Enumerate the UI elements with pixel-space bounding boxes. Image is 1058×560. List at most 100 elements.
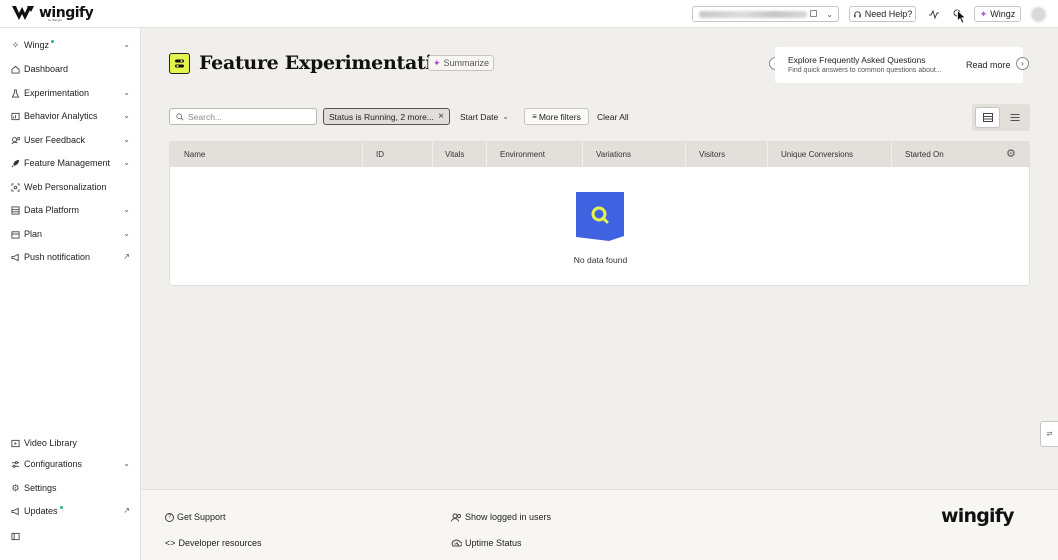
users-icon <box>451 513 462 522</box>
megaphone-icon <box>10 252 21 263</box>
sidebar-item-label: Wingz <box>24 40 50 50</box>
show-logged-users-link[interactable]: Show logged in users <box>451 512 551 522</box>
sidebar-item-experimentation[interactable]: Experimentation ⌄ <box>0 84 141 102</box>
new-dot <box>51 39 55 43</box>
column-header-started-on[interactable]: Started On <box>905 142 944 167</box>
column-header-visitors[interactable]: Visitors <box>699 142 725 167</box>
faq-next-button[interactable]: › <box>1016 57 1029 70</box>
chevron-down-icon: ⌄ <box>123 111 130 120</box>
avatar[interactable] <box>1031 7 1046 22</box>
need-help-button[interactable]: Need Help? <box>849 6 916 22</box>
sidebar-item-label: Video Library <box>24 438 77 448</box>
feedback-icon <box>10 135 21 146</box>
sidebar-item-push-notification[interactable]: Push notification ↗ <box>0 248 141 266</box>
sidebar-item-label: User Feedback <box>24 135 86 145</box>
sidebar-item-wingz[interactable]: ✧ Wingz ⌄ <box>0 36 141 54</box>
chevron-down-icon: ⌄ <box>123 205 130 214</box>
footer: ? Get Support <> Developer resources Sho… <box>141 489 1058 560</box>
translate-icon: ⇄ <box>1046 431 1053 438</box>
more-filters-button[interactable]: ≡ More filters <box>524 108 589 125</box>
help-circle-icon: ? <box>165 512 174 522</box>
search-icon <box>176 112 184 120</box>
translate-side-tab[interactable]: ⇄ <box>1040 421 1058 447</box>
column-header-id[interactable]: ID <box>376 142 384 167</box>
faq-card[interactable]: Explore Frequently Asked Questions Find … <box>775 47 1023 83</box>
megaphone-icon <box>10 506 21 517</box>
start-date-label: Start Date <box>460 111 499 122</box>
rocket-icon <box>10 158 21 169</box>
sidebar-item-video-library[interactable]: Video Library <box>0 434 141 452</box>
filter-icon: ≡ <box>532 112 537 121</box>
sidebar-item-dashboard[interactable]: Dashboard <box>0 60 141 78</box>
column-header-environment[interactable]: Environment <box>500 142 545 167</box>
sidebar-item-updates[interactable]: Updates ↗ <box>0 502 141 520</box>
column-header-vitals[interactable]: Vitals <box>445 142 464 167</box>
workspace-name-blurred <box>699 10 807 18</box>
status-filter-label: Status is Running, 2 more... <box>329 111 434 122</box>
chevron-down-icon: ⌄ <box>123 88 130 97</box>
uptime-icon <box>451 539 462 546</box>
list-view-icon <box>1010 114 1019 121</box>
external-link-icon: ↗ <box>123 506 130 515</box>
developer-resources-link[interactable]: <> Developer resources <box>165 538 262 548</box>
column-header-variations[interactable]: Variations <box>596 142 631 167</box>
copy-icon[interactable] <box>810 10 817 17</box>
status-filter-chip[interactable]: Status is Running, 2 more... × <box>323 108 450 125</box>
chevron-down-icon: ⌄ <box>502 112 509 121</box>
home-icon <box>10 64 21 75</box>
sidebar-item-user-feedback[interactable]: User Feedback ⌄ <box>0 131 141 149</box>
logo-subtext: by Wingify <box>48 18 62 22</box>
column-header-name[interactable]: Name <box>184 142 205 167</box>
read-more-link[interactable]: Read more <box>966 60 1011 70</box>
sidebar-item-behavior-analytics[interactable]: Behavior Analytics ⌄ <box>0 107 141 125</box>
workspace-select[interactable]: ⌄ <box>692 6 839 22</box>
table-view-button[interactable] <box>975 107 1000 128</box>
sidebar-item-label: Push notification <box>24 252 91 262</box>
gear-icon: ⚙ <box>11 482 20 493</box>
sparkle-icon: ✦ <box>432 57 441 68</box>
chevron-down-icon: ⌄ <box>123 229 130 238</box>
chevron-down-icon: ⌄ <box>123 459 130 468</box>
close-icon[interactable]: × <box>438 111 444 122</box>
start-date-dropdown[interactable]: Start Date ⌄ <box>456 108 516 125</box>
mouse-cursor-icon <box>957 10 967 24</box>
search-input[interactable]: Search... <box>169 108 317 125</box>
headset-icon <box>853 10 861 17</box>
sidebar-item-label: Experimentation <box>24 88 90 98</box>
chevron-right-icon: › <box>1021 59 1024 68</box>
sidebar-item-label: Dashboard <box>24 64 69 74</box>
sidebar-item-configurations[interactable]: Configurations ⌄ <box>0 455 141 473</box>
uptime-status-link[interactable]: Uptime Status <box>451 538 522 548</box>
sidebar-item-label: Configurations <box>24 459 83 469</box>
sidebar: ✧ Wingz ⌄ Dashboard Experimentation ⌄ Be… <box>0 28 141 560</box>
sidebar-item-web-personalization[interactable]: Web Personalization <box>0 178 141 196</box>
sidebar-item-plan[interactable]: Plan ⌄ <box>0 225 141 243</box>
no-data-magnifier-icon <box>576 192 624 241</box>
experiments-table: Name ID Vitals Environment Variations Vi… <box>169 141 1030 286</box>
collapse-sidebar-button[interactable] <box>0 527 141 545</box>
sidebar-item-data-platform[interactable]: Data Platform ⌄ <box>0 201 141 219</box>
activity-icon[interactable] <box>928 8 940 20</box>
summarize-label: Summarize <box>443 58 490 68</box>
need-help-label: Need Help? <box>864 9 913 19</box>
clear-all-button[interactable]: Clear All <box>597 112 629 122</box>
list-view-button[interactable] <box>1002 107 1027 128</box>
sidebar-item-label: Settings <box>24 483 57 493</box>
table-view-icon <box>982 113 993 122</box>
wingz-button[interactable]: ✦ Wingz <box>974 6 1021 22</box>
sidebar-item-settings[interactable]: ⚙ Settings <box>0 479 141 497</box>
database-icon <box>10 205 21 216</box>
column-header-unique-conversions[interactable]: Unique Conversions <box>781 142 853 167</box>
sparkle-icon: ✦ <box>979 8 988 19</box>
top-bar: wingify by Wingify ⌄ Need Help? ✦ Wingz <box>0 0 1058 28</box>
new-dot <box>59 505 63 509</box>
column-settings-gear-icon[interactable]: ⚙ <box>1006 142 1016 167</box>
calendar-icon <box>10 229 21 240</box>
chevron-down-icon: ⌄ <box>826 10 833 19</box>
get-support-link[interactable]: ? Get Support <box>165 512 226 522</box>
sidebar-item-feature-management[interactable]: Feature Management ⌄ <box>0 154 141 172</box>
feature-experiment-icon <box>169 53 190 74</box>
empty-state-text: No data found <box>573 255 628 265</box>
chevron-down-icon: ⌄ <box>123 158 130 167</box>
summarize-button[interactable]: ✦ Summarize <box>428 55 494 71</box>
